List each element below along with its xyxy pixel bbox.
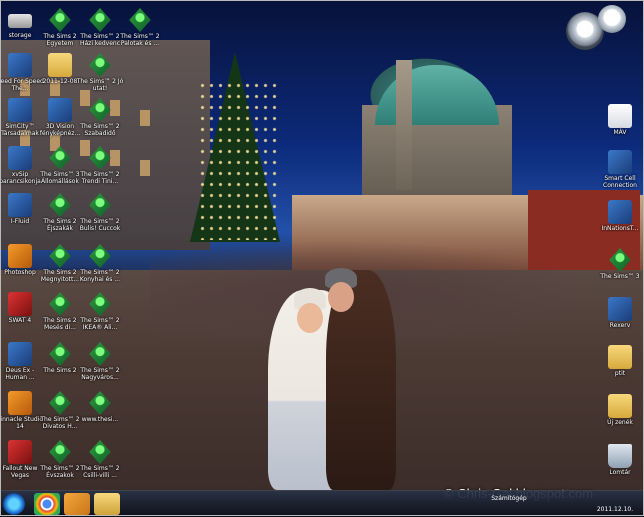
document-icon bbox=[608, 104, 632, 128]
desktop-icon[interactable]: Új zenék bbox=[594, 394, 644, 426]
folder-icon bbox=[608, 345, 632, 369]
pinnacle-icon bbox=[8, 391, 32, 415]
desktop-icon[interactable]: The Sims™ 2 IKEA® Ali... bbox=[74, 292, 126, 331]
wallpaper-tree-lights bbox=[198, 80, 278, 240]
sims-icon bbox=[89, 292, 111, 316]
sims-icon bbox=[49, 146, 71, 170]
media-player-taskbar-button[interactable] bbox=[64, 493, 90, 515]
photoshop-icon bbox=[8, 244, 32, 268]
desktop-icon-label: The Sims™ 2 Trendi Tini... bbox=[80, 171, 120, 185]
sims-icon bbox=[609, 248, 631, 272]
desktop-icon-label: The Sims™ 2 Bulis! Cuccok bbox=[79, 218, 121, 232]
sims-icon bbox=[89, 440, 111, 464]
desktop-icon-label: Új zenék bbox=[607, 419, 633, 426]
desktop-icon[interactable]: The Sims™ 2 Konyhai és ... bbox=[74, 244, 126, 283]
sims-icon bbox=[89, 193, 111, 217]
desktop-icon-label: The Sims™ 3 bbox=[600, 273, 640, 280]
desktop-icon[interactable]: ptit bbox=[594, 345, 644, 377]
sims-icon bbox=[89, 342, 111, 366]
desktop-icon-label: The Sims™ 2 Csilli-villi ... bbox=[80, 465, 120, 479]
desktop-icon[interactable]: Lomtár bbox=[594, 444, 644, 476]
desktop-icon[interactable]: The Sims™ 3 bbox=[594, 248, 644, 280]
desktop-icon[interactable]: Smart Cell Connection bbox=[594, 150, 644, 189]
desktop-icon[interactable]: The Sims™ 2 Bulis! Cuccok bbox=[74, 193, 126, 232]
desktop-icon-label: InNationsT... bbox=[601, 225, 639, 232]
sims-icon bbox=[89, 8, 111, 32]
wallpaper-face bbox=[297, 303, 323, 333]
wallpaper-face bbox=[328, 282, 354, 312]
desktop-icon-label: The Sims™ 2 Nagyváros... bbox=[80, 367, 120, 381]
desktop-icon-label: The Sims™ 2 Jó utat! bbox=[76, 78, 124, 92]
sims-icon bbox=[89, 98, 111, 122]
swat-icon bbox=[8, 292, 32, 316]
desktop-icon-label: ptit bbox=[614, 370, 626, 377]
sims-icon bbox=[49, 244, 71, 268]
chrome-taskbar-button[interactable] bbox=[34, 493, 60, 515]
desktop-icon[interactable]: The Sims™ 2 Szabadidő bbox=[74, 98, 126, 137]
desktop-icon-label: The Sims™ 2 Konyhai és ... bbox=[79, 269, 121, 283]
desktop-icon-label: The Sims™ 2 Szabadidő bbox=[80, 123, 120, 137]
fluid-icon bbox=[8, 193, 32, 217]
game-icon bbox=[8, 53, 32, 77]
folder-icon bbox=[608, 394, 632, 418]
sims-icon bbox=[49, 342, 71, 366]
sims-icon bbox=[49, 8, 71, 32]
desktop-icon-label: MÁV bbox=[613, 129, 627, 136]
folder-icon bbox=[48, 53, 72, 77]
sims-icon bbox=[89, 391, 111, 415]
desktop-icon-label: Smart Cell Connection bbox=[603, 175, 637, 189]
sims-icon bbox=[49, 440, 71, 464]
desktop-icon[interactable]: MÁV bbox=[594, 104, 644, 136]
cpu-meter-gadget-small[interactable] bbox=[598, 5, 626, 33]
sims-icon bbox=[89, 146, 111, 170]
desktop-icon[interactable]: Rexerv bbox=[594, 297, 644, 329]
sip-icon bbox=[8, 146, 32, 170]
desktop-icon[interactable]: The Sims™ 2 Jó utat! bbox=[74, 53, 126, 92]
desktop-icon[interactable]: www.thesi... bbox=[74, 391, 126, 423]
desktop-icon[interactable]: The Sims™ 2 Csilli-villi ... bbox=[74, 440, 126, 479]
sims-icon bbox=[49, 292, 71, 316]
desktop-icon-label: Rexerv bbox=[609, 322, 631, 329]
sims-icon bbox=[89, 244, 111, 268]
taskbar: Számítógép 2011.12.10. bbox=[0, 490, 644, 517]
app-icon bbox=[608, 200, 632, 224]
desktop-icon[interactable]: The Sims™ 2 Nagyváros... bbox=[74, 342, 126, 381]
desktop-icon-label: Lomtár bbox=[609, 469, 631, 476]
deus-ex-icon bbox=[8, 342, 32, 366]
start-button[interactable] bbox=[3, 493, 25, 515]
recycle-bin-icon bbox=[608, 444, 632, 468]
desktop-icon-label: The Sims™ 2 IKEA® Ali... bbox=[80, 317, 120, 331]
tray-computer-label[interactable]: Számítógép bbox=[484, 495, 534, 502]
desktop-icon-label: www.thesi... bbox=[81, 416, 119, 423]
wallpaper-dome bbox=[375, 65, 499, 125]
drive-icon bbox=[8, 14, 32, 28]
desktop-icon[interactable]: InNationsT... bbox=[594, 200, 644, 232]
simcity-icon bbox=[8, 98, 32, 122]
fallout-icon bbox=[8, 440, 32, 464]
explorer-taskbar-button[interactable] bbox=[94, 493, 120, 515]
clock-date[interactable]: 2011.12.10. bbox=[590, 506, 640, 513]
smartcell-icon bbox=[608, 150, 632, 174]
desktop-icon-label: The Sims™ 2 Palotak és ... bbox=[120, 33, 160, 47]
sims-icon bbox=[89, 53, 111, 77]
sims-icon bbox=[49, 391, 71, 415]
app-icon bbox=[608, 297, 632, 321]
sims-icon bbox=[129, 8, 151, 32]
desktop-icon[interactable]: The Sims™ 2 Palotak és ... bbox=[114, 8, 166, 47]
sims-icon bbox=[49, 193, 71, 217]
wallpaper-column bbox=[396, 60, 412, 190]
3dvision-icon bbox=[48, 98, 72, 122]
desktop-icon[interactable]: The Sims™ 2 Trendi Tini... bbox=[74, 146, 126, 185]
